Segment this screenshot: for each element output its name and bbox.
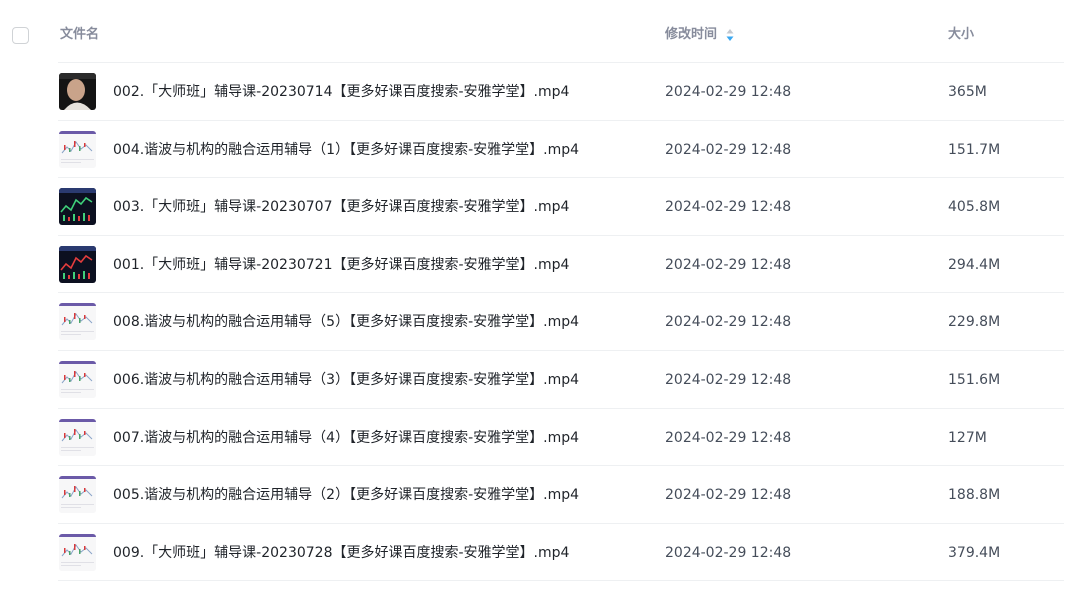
- video-thumbnail[interactable]: [59, 361, 96, 398]
- sort-down-icon: [726, 36, 734, 41]
- file-size: 405.8M: [948, 199, 1001, 215]
- file-modified-time: 2024-02-29 12:48: [665, 199, 792, 215]
- select-all-checkbox[interactable]: [12, 27, 29, 44]
- file-size: 188.8M: [948, 487, 1001, 503]
- file-size: 151.7M: [948, 142, 1001, 158]
- file-name[interactable]: 009.「大师班」辅导课-20230728【更多好课百度搜索-安雅学堂】.mp4: [113, 543, 569, 563]
- video-thumbnail[interactable]: [59, 419, 96, 456]
- file-row[interactable]: 005.谐波与机构的融合运用辅导（2）【更多好课百度搜索-安雅学堂】.mp4 20…: [58, 465, 1064, 522]
- column-header-time[interactable]: 修改时间: [665, 26, 734, 44]
- file-modified-time: 2024-02-29 12:48: [665, 314, 792, 330]
- file-row[interactable]: 002.「大师班」辅导课-20230714【更多好课百度搜索-安雅学堂】.mp4…: [58, 62, 1064, 119]
- file-row[interactable]: 008.谐波与机构的融合运用辅导（5）【更多好课百度搜索-安雅学堂】.mp4 20…: [58, 292, 1064, 349]
- file-modified-time: 2024-02-29 12:48: [665, 84, 792, 100]
- file-name[interactable]: 004.谐波与机构的融合运用辅导（1）【更多好课百度搜索-安雅学堂】.mp4: [113, 140, 579, 160]
- file-row[interactable]: 007.谐波与机构的融合运用辅导（4）【更多好课百度搜索-安雅学堂】.mp4 20…: [58, 408, 1064, 465]
- file-size: 151.6M: [948, 372, 1001, 388]
- file-name[interactable]: 002.「大师班」辅导课-20230714【更多好课百度搜索-安雅学堂】.mp4: [113, 82, 569, 102]
- list-header: 文件名 修改时间 大小: [0, 0, 1065, 62]
- file-modified-time: 2024-02-29 12:48: [665, 545, 792, 561]
- file-row[interactable]: 001.「大师班」辅导课-20230721【更多好课百度搜索-安雅学堂】.mp4…: [58, 235, 1064, 292]
- file-size: 229.8M: [948, 314, 1001, 330]
- file-modified-time: 2024-02-29 12:48: [665, 257, 792, 273]
- file-name[interactable]: 003.「大师班」辅导课-20230707【更多好课百度搜索-安雅学堂】.mp4: [113, 197, 569, 217]
- file-name[interactable]: 006.谐波与机构的融合运用辅导（3）【更多好课百度搜索-安雅学堂】.mp4: [113, 370, 579, 390]
- video-thumbnail[interactable]: [59, 476, 96, 513]
- file-list: 文件名 修改时间 大小 002.「大师班」辅导课-20230714【更多好课百度…: [0, 0, 1065, 593]
- file-name[interactable]: 001.「大师班」辅导课-20230721【更多好课百度搜索-安雅学堂】.mp4: [113, 255, 569, 275]
- file-size: 294.4M: [948, 257, 1001, 273]
- file-name[interactable]: 007.谐波与机构的融合运用辅导（4）【更多好课百度搜索-安雅学堂】.mp4: [113, 428, 579, 448]
- sort-icon[interactable]: [726, 28, 734, 42]
- video-thumbnail[interactable]: [59, 131, 96, 168]
- video-thumbnail[interactable]: [59, 246, 96, 283]
- column-header-time-label: 修改时间: [665, 27, 718, 42]
- sort-up-icon: [726, 29, 734, 34]
- video-thumbnail[interactable]: [59, 303, 96, 340]
- file-name[interactable]: 008.谐波与机构的融合运用辅导（5）【更多好课百度搜索-安雅学堂】.mp4: [113, 312, 579, 332]
- file-modified-time: 2024-02-29 12:48: [665, 430, 792, 446]
- column-header-name[interactable]: 文件名: [60, 26, 99, 44]
- file-row[interactable]: 006.谐波与机构的融合运用辅导（3）【更多好课百度搜索-安雅学堂】.mp4 20…: [58, 350, 1064, 407]
- file-row[interactable]: 009.「大师班」辅导课-20230728【更多好课百度搜索-安雅学堂】.mp4…: [58, 523, 1064, 581]
- file-modified-time: 2024-02-29 12:48: [665, 372, 792, 388]
- file-size: 365M: [948, 84, 987, 100]
- video-thumbnail[interactable]: [59, 73, 96, 110]
- file-row[interactable]: 004.谐波与机构的融合运用辅导（1）【更多好课百度搜索-安雅学堂】.mp4 20…: [58, 120, 1064, 177]
- file-name[interactable]: 005.谐波与机构的融合运用辅导（2）【更多好课百度搜索-安雅学堂】.mp4: [113, 485, 579, 505]
- column-header-size[interactable]: 大小: [948, 26, 974, 44]
- file-size: 379.4M: [948, 545, 1001, 561]
- file-modified-time: 2024-02-29 12:48: [665, 142, 792, 158]
- video-thumbnail[interactable]: [59, 188, 96, 225]
- file-modified-time: 2024-02-29 12:48: [665, 487, 792, 503]
- file-row[interactable]: 003.「大师班」辅导课-20230707【更多好课百度搜索-安雅学堂】.mp4…: [58, 177, 1064, 234]
- video-thumbnail[interactable]: [59, 534, 96, 571]
- file-size: 127M: [948, 430, 987, 446]
